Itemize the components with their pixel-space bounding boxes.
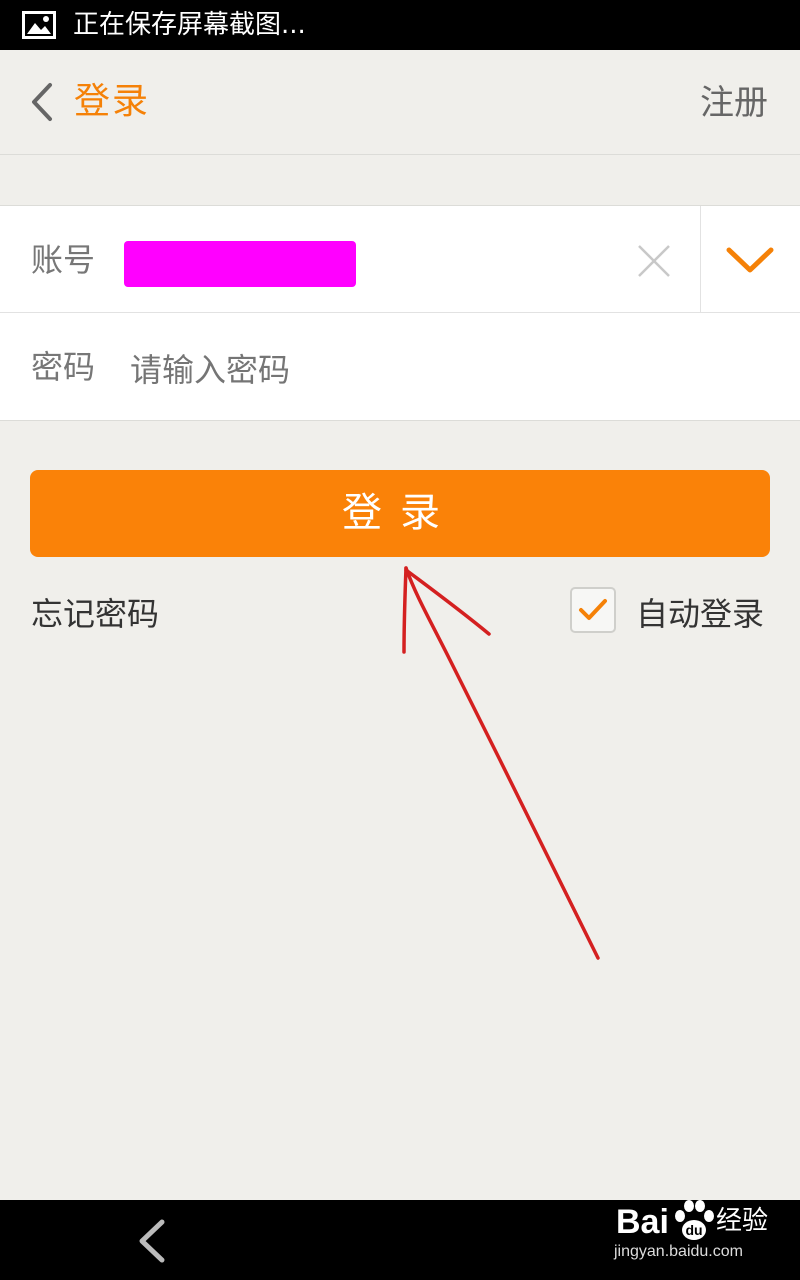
auto-login-label[interactable]: 自动登录 (636, 594, 764, 634)
watermark-url: jingyan.baidu.com (614, 1243, 743, 1260)
password-input[interactable] (128, 349, 692, 391)
image-icon (22, 11, 56, 39)
checkmark-icon (579, 599, 607, 620)
watermark: Bai du 经验 jingyan.baidu.com (612, 1196, 792, 1266)
password-label: 密码 (31, 348, 96, 386)
register-link[interactable]: 注册 (700, 81, 768, 125)
nav-back-icon[interactable] (136, 1218, 168, 1264)
title-bar: 登录 注册 (0, 50, 800, 155)
password-row: 密码 (0, 313, 800, 419)
status-notification-text: 正在保存屏幕截图... (73, 10, 306, 40)
watermark-product: 经验 (716, 1206, 769, 1236)
annotation-arrow-icon (402, 566, 600, 960)
divider (700, 206, 701, 312)
chevron-down-icon[interactable] (724, 242, 776, 278)
chevron-left-icon[interactable] (28, 82, 58, 122)
auto-login-checkbox[interactable] (570, 587, 616, 633)
forgot-password-link[interactable]: 忘记密码 (31, 594, 159, 634)
account-row: 账号 (0, 206, 800, 313)
watermark-brand: Bai (616, 1203, 669, 1241)
login-button[interactable]: 登录 (30, 470, 770, 557)
close-icon[interactable] (636, 243, 672, 279)
account-input-redacted[interactable] (124, 241, 356, 287)
paw-icon: du (675, 1200, 714, 1240)
page-title: 登录 (74, 81, 151, 122)
login-form: 账号 密码 (0, 205, 800, 421)
status-bar: 正在保存屏幕截图... (0, 0, 800, 50)
account-label: 账号 (31, 241, 96, 279)
svg-text:du: du (685, 1222, 702, 1238)
